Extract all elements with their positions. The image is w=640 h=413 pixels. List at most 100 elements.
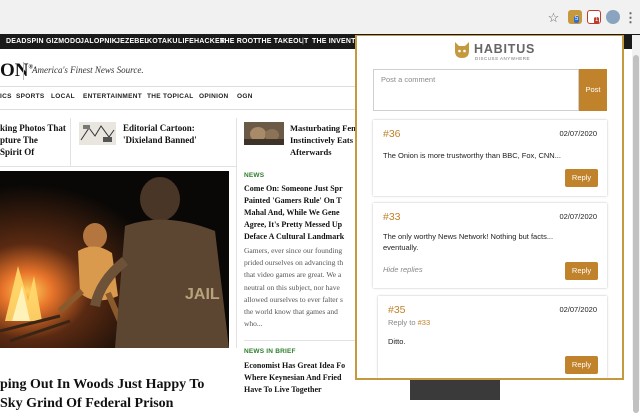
section-link[interactable]: OPINION <box>199 93 229 100</box>
teaser-link[interactable]: Masturbating Fem Instinctively Eats Afte… <box>290 122 360 158</box>
network-divider: | <box>302 38 305 45</box>
section-link[interactable]: ENTERTAINMENT <box>83 93 142 100</box>
profile-avatar[interactable] <box>606 10 620 24</box>
kebab-menu-icon[interactable]: ⋮ <box>624 11 637 24</box>
extension-badge: 5 <box>574 16 580 23</box>
teaser-title-line: Instinctively Eats <box>290 135 354 145</box>
article-title-line: Mahal And, While We Gene <box>244 208 340 217</box>
comment-text: The Onion is more trustworthy than BBC, … <box>383 151 561 160</box>
campfire-photo: JAIL <box>0 171 229 348</box>
reply-to-link[interactable]: #33 <box>418 318 431 327</box>
comment-text-line: The only worthy News Network! Nothing bu… <box>383 232 554 241</box>
article-title-line: Deface A Cultural Landmark <box>244 232 345 241</box>
column-divider <box>70 118 71 166</box>
article-excerpt-line: that video games are great. We a <box>244 270 342 280</box>
article-kicker[interactable]: NEWS IN BRIEF <box>244 348 296 355</box>
page-scrollbar[interactable] <box>632 35 640 413</box>
habitus-logo-icon <box>455 42 469 58</box>
reply-comment-card: #35 02/07/2020 Reply to #33 Ditto. Reply <box>378 296 607 378</box>
article-excerpt-line: allowed ourselves to ever falter s <box>244 294 343 304</box>
logo-divider <box>23 62 24 80</box>
cartoon-thumbnail[interactable] <box>79 122 116 145</box>
network-link[interactable]: DEADSPIN <box>6 38 44 45</box>
browser-toolbar: ☆ 5 1 ⋮ <box>0 0 640 35</box>
article-excerpt-line: prided ourselves on advancing th <box>244 258 344 268</box>
network-link[interactable]: THE ROOT <box>220 38 258 45</box>
article-excerpt-line: neutral on this subject, nor have <box>244 282 340 292</box>
teaser-title-line: 'Dixieland Banned' <box>123 135 197 145</box>
teaser-thumbnail[interactable] <box>244 122 284 145</box>
network-link[interactable]: KOTAKU <box>147 38 178 45</box>
teaser-link[interactable]: Editorial Cartoon: 'Dixieland Banned' <box>123 122 233 146</box>
teaser-title-line: Masturbating Fem <box>290 123 359 133</box>
star-icon[interactable]: ☆ <box>547 11 560 24</box>
scrollbar-thumb[interactable] <box>633 55 639 413</box>
calendar-extension-icon[interactable]: 1 <box>587 10 601 24</box>
teaser-title-line: Editorial Cartoon: <box>123 123 195 133</box>
hero-headline-line: ping Out In Woods Just Happy To <box>0 377 205 392</box>
comment-date: 02/07/2020 <box>559 129 597 138</box>
comment-input[interactable] <box>373 69 579 111</box>
comment-date: 02/07/2020 <box>559 305 597 314</box>
reply-to-label: Reply to #33 <box>388 318 430 327</box>
section-link[interactable]: LOCAL <box>51 93 75 100</box>
article-title[interactable]: Economist Has Great Idea Fo Where Keynes… <box>244 360 356 396</box>
article-divider <box>244 340 356 341</box>
partial-photo[interactable] <box>410 380 500 400</box>
network-link[interactable]: JEZEBEL <box>116 38 149 45</box>
section-link[interactable]: SPORTS <box>16 93 45 100</box>
section-link[interactable]: ICS <box>0 93 12 100</box>
network-link[interactable]: THE TAKEOUT <box>257 38 308 45</box>
article-title-line: Have To Live Together <box>244 385 322 394</box>
hide-replies-link[interactable]: Hide replies <box>383 265 423 274</box>
jail-text: JAIL <box>185 286 220 303</box>
article-title-line: Come On: Someone Just Spr <box>244 184 343 193</box>
column-divider <box>236 118 237 348</box>
comment-card: #33 02/07/2020 The only worthy News Netw… <box>373 203 607 288</box>
site-logo[interactable]: ON® <box>0 60 33 82</box>
network-link[interactable]: JALOPNIK <box>80 38 117 45</box>
comment-text: Ditto. <box>388 337 406 346</box>
section-divider <box>0 166 236 167</box>
section-link[interactable]: OGN <box>237 93 253 100</box>
teaser-title-line: king Photos That <box>0 123 66 133</box>
site-tagline: America's Finest News Source. <box>32 65 144 75</box>
header-divider <box>0 86 360 87</box>
article-excerpt-line: Gamers, ever since our founding <box>244 246 343 255</box>
comment-date: 02/07/2020 <box>559 212 597 221</box>
post-button[interactable]: Post <box>579 69 607 111</box>
teaser-link[interactable]: king Photos That pture The Spirit Of <box>0 122 70 158</box>
comment-text: The only worthy News Network! Nothing bu… <box>383 231 553 253</box>
hero-headline[interactable]: ping Out In Woods Just Happy To Sky Grin… <box>0 375 204 413</box>
section-link[interactable]: THE TOPICAL <box>147 93 194 100</box>
comment-card: #36 02/07/2020 The Onion is more trustwo… <box>373 120 607 196</box>
article-excerpt: Gamers, ever since our founding prided o… <box>244 245 356 330</box>
article-kicker[interactable]: NEWS <box>244 172 264 179</box>
article-title-line: Agree, It's Pretty Messed Up <box>244 220 343 229</box>
habitus-extension-icon[interactable]: 5 <box>568 10 582 24</box>
hero-headline-line: Sky Grind Of Federal Prison <box>0 396 174 411</box>
habitus-brand-name: HABITUS <box>474 42 536 56</box>
extension-badge: 1 <box>594 17 600 24</box>
article-title[interactable]: Come On: Someone Just Spr Painted 'Gamer… <box>244 183 356 243</box>
hero-image[interactable]: JAIL <box>0 171 229 348</box>
article-excerpt-line: who... <box>244 319 263 329</box>
article-title-line: Economist Has Great Idea Fo <box>244 361 346 370</box>
network-link[interactable]: LIFEHACKER <box>178 38 225 45</box>
article-title-line: Where Keynesian And Fried <box>244 373 342 382</box>
reply-button[interactable]: Reply <box>565 169 598 187</box>
comment-id-link[interactable]: #33 <box>383 211 401 223</box>
teaser-title-line: Spirit Of <box>0 147 35 157</box>
network-link[interactable]: GIZMODO <box>46 38 81 45</box>
teaser-title-line: pture The <box>0 135 38 145</box>
article-title-line: Painted 'Gamers Rule' On T <box>244 196 342 205</box>
habitus-popup: HABITUS DISCUSS ANYWHERE Post #36 02/07/… <box>355 35 624 380</box>
comment-id-link[interactable]: #35 <box>388 304 406 316</box>
reply-to-prefix: Reply to <box>388 318 416 327</box>
reply-button[interactable]: Reply <box>565 262 598 280</box>
comment-id-link[interactable]: #36 <box>383 128 401 140</box>
reply-button[interactable]: Reply <box>565 356 598 374</box>
article-excerpt-line: the world know that games and <box>244 307 338 317</box>
habitus-brand-tagline: DISCUSS ANYWHERE <box>475 56 531 61</box>
comment-text-line: eventually. <box>383 243 419 252</box>
